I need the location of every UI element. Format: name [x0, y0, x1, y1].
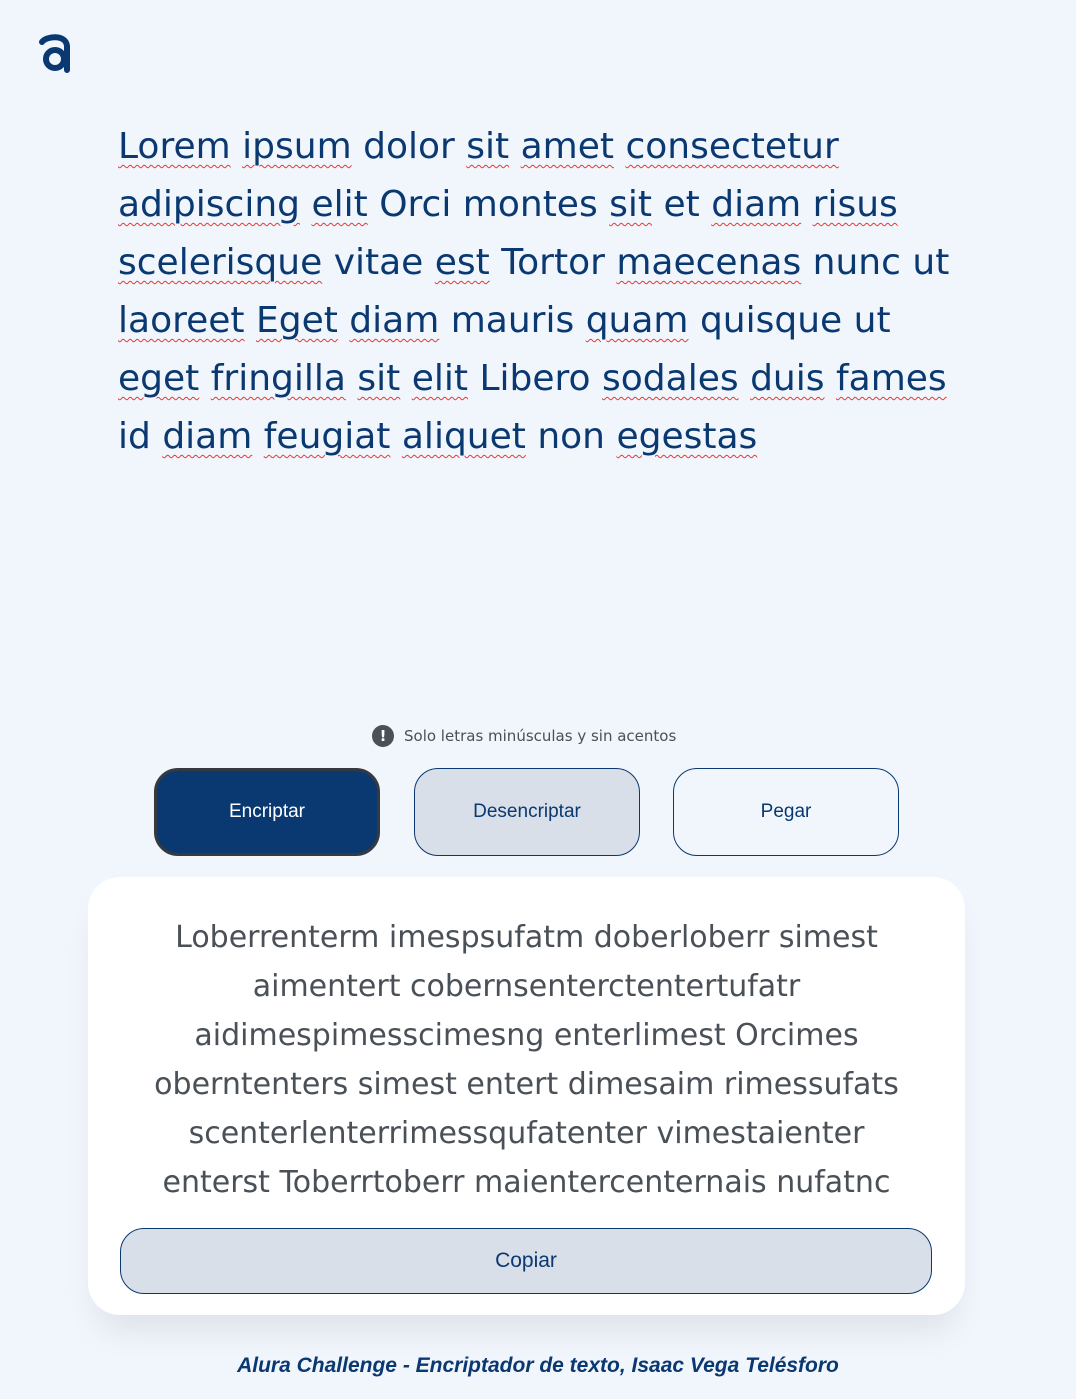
- input-word: Orci: [379, 184, 452, 225]
- input-word: laoreet: [118, 300, 245, 341]
- input-word: montes: [462, 184, 598, 225]
- input-word: Eget: [255, 300, 338, 341]
- paste-button[interactable]: Pegar: [673, 768, 899, 856]
- hint-message: ! Solo letras minúsculas y sin acentos: [372, 724, 676, 748]
- input-word: adipiscing: [118, 184, 300, 225]
- input-word: mauris: [450, 300, 575, 341]
- input-word: diam: [349, 300, 440, 341]
- input-word: quam: [585, 300, 689, 341]
- input-word: quisque: [699, 300, 843, 341]
- input-word: sit: [357, 358, 401, 399]
- input-word: vitae: [333, 242, 424, 283]
- input-word: est: [434, 242, 490, 283]
- output-text: Loberrenterm imespsufatm doberloberr sim…: [154, 920, 899, 1200]
- input-word: ut: [912, 242, 950, 283]
- input-word: feugiat: [263, 416, 391, 457]
- input-word: risus: [812, 184, 898, 225]
- input-word: aliquet: [401, 416, 526, 457]
- input-word: diam: [711, 184, 802, 225]
- input-word: sit: [466, 126, 510, 167]
- alura-logo-icon: [39, 34, 70, 73]
- input-word: dolor: [363, 126, 455, 167]
- input-word: non: [537, 416, 605, 457]
- exclamation-icon: !: [372, 725, 394, 747]
- input-word: diam: [162, 416, 253, 457]
- input-word: sit: [609, 184, 653, 225]
- decrypt-button[interactable]: Desencriptar: [414, 768, 640, 856]
- input-word: fringilla: [210, 358, 346, 399]
- text-input-area[interactable]: Lorem ipsum dolor sit amet consectetur a…: [118, 118, 968, 678]
- hint-text: Solo letras minúsculas y sin acentos: [404, 727, 677, 745]
- input-word: maecenas: [616, 242, 802, 283]
- encrypt-button[interactable]: Encriptar: [154, 768, 380, 856]
- input-word: Lorem: [118, 126, 231, 167]
- input-word: elit: [311, 184, 368, 225]
- input-word: ipsum: [242, 126, 352, 167]
- input-word: duis: [750, 358, 825, 399]
- input-word: scelerisque: [118, 242, 323, 283]
- input-word: eget: [118, 358, 200, 399]
- input-word: Libero: [479, 358, 591, 399]
- input-word: egestas: [616, 416, 758, 457]
- footer-credit: Alura Challenge - Encriptador de texto, …: [237, 1354, 839, 1377]
- input-word: elit: [411, 358, 468, 399]
- copy-button[interactable]: Copiar: [120, 1228, 932, 1294]
- input-word: id: [118, 416, 151, 457]
- input-word: fames: [835, 358, 947, 399]
- input-word: Tortor: [501, 242, 605, 283]
- input-word: sodales: [602, 358, 739, 399]
- input-word: ut: [853, 300, 891, 341]
- input-word: et: [663, 184, 700, 225]
- input-word: consectetur: [625, 126, 839, 167]
- input-word: amet: [520, 126, 614, 167]
- input-word: nunc: [812, 242, 901, 283]
- output-card: Loberrenterm imespsufatm doberloberr sim…: [88, 877, 965, 1315]
